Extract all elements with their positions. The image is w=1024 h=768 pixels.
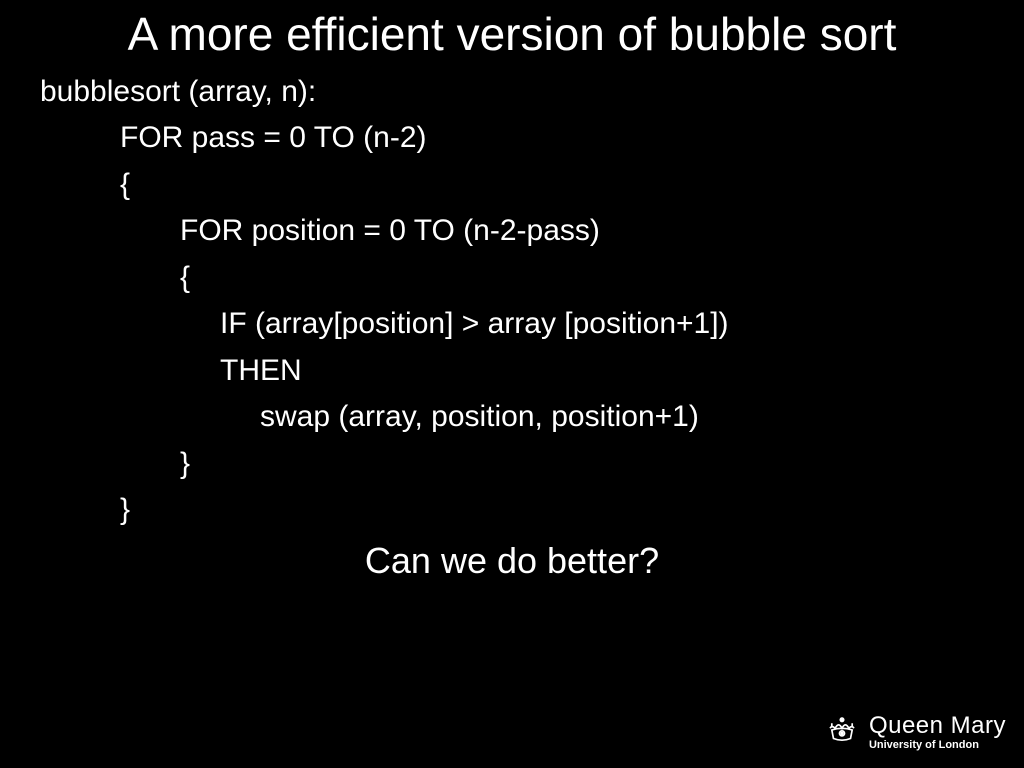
code-line: } [40,441,984,488]
logo-sub: University of London [869,740,1006,751]
slide-title: A more efficient version of bubble sort [0,0,1024,69]
code-line: THEN [40,348,984,395]
crown-icon [825,713,859,752]
code-line: IF (array[position] > array [position+1]… [40,301,984,348]
code-line: { [40,162,984,209]
logo-main: Queen Mary [869,714,1006,738]
code-line: { [40,255,984,302]
code-line: FOR pass = 0 TO (n-2) [40,115,984,162]
code-line: } [40,487,984,534]
logo-text: Queen Mary University of London [869,714,1006,751]
slide-question: Can we do better? [0,540,1024,582]
slide: A more efficient version of bubble sort … [0,0,1024,768]
code-line: bubblesort (array, n): [40,69,984,116]
university-logo: Queen Mary University of London [825,713,1006,752]
code-line: swap (array, position, position+1) [40,394,984,441]
code-line: FOR position = 0 TO (n-2-pass) [40,208,984,255]
code-block: bubblesort (array, n): FOR pass = 0 TO (… [0,69,1024,534]
